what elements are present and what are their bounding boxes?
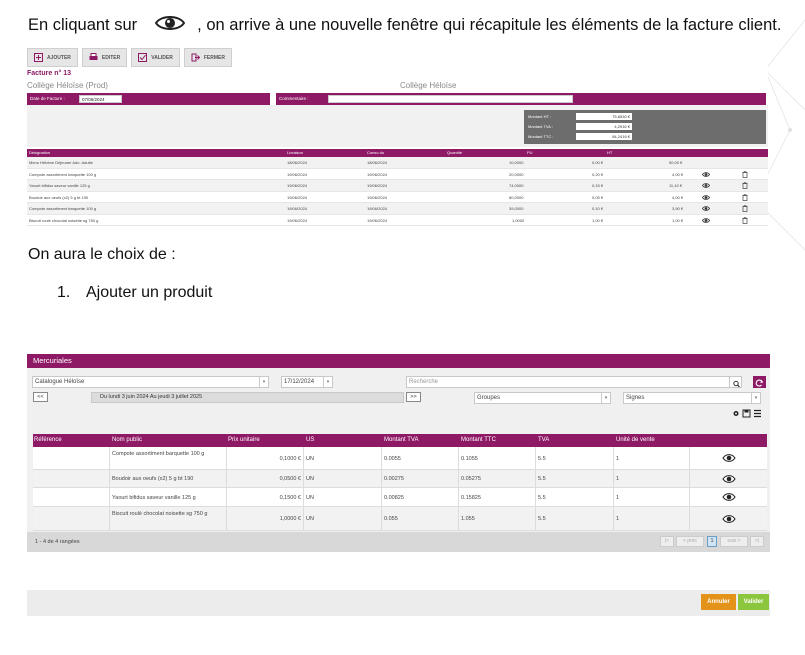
table-row: Yaourt bifidus saveur vanille 125 g 0,15… [33,488,767,507]
mercuriales-title: Mercuriales [27,354,770,368]
intro-text-after: , on arrive à une nouvelle fenêtre qui r… [197,16,782,34]
intro-paragraph: En cliquant sur , on arrive à une nouvell… [28,12,781,35]
invoice-rows: Menu Hébène Déjeuner Ado. Adulte 18/06/2… [27,157,768,226]
catalogue-select[interactable]: Catalogue Héloïse ▾ [32,376,269,388]
last-page-button[interactable]: >| [750,536,764,547]
table-row: Biscuit roulé chocolat noisette sg 750 g… [27,215,768,226]
chevron-down-icon: ▾ [323,377,332,387]
table-header: Désignation Livraison Conso du Quantité … [27,149,768,157]
eye-icon[interactable] [722,514,736,524]
invoice-toolbar: AJOUTER EDITER VALIDER FERMER [27,48,232,68]
search-icon [733,380,740,388]
total-ttc-label: Montant TTC : [528,134,554,139]
intro-text-before: En cliquant sur [28,16,138,34]
exit-icon [191,53,200,62]
invoice-lines-table: Désignation Livraison Conso du Quantité … [27,149,768,226]
chevron-down-icon: ▾ [259,377,268,387]
eye-icon[interactable] [722,453,736,463]
validate-button[interactable]: VALIDER [131,48,180,67]
choice-paragraph: On aura le choix de : [28,246,176,263]
check-icon [138,53,148,62]
table-row: Compote assortiment barquette 100 g 19/0… [27,203,768,215]
list-icon[interactable] [754,409,761,418]
gear-icon[interactable] [733,411,739,416]
table-row: Biscuit roulé chocolat noisette sg 750 g… [33,507,767,531]
refresh-icon [755,379,764,387]
products-table: Référence Nom public Prix unitaire US Mo… [33,434,767,531]
next-page-button[interactable]: suiv > [720,536,748,547]
eye-icon[interactable] [702,194,710,201]
invoice-title: Facture n° 13 [27,70,72,77]
eye-icon[interactable] [702,217,710,224]
table-row: Boudoir aux oeufs (x2) 5 g bt 190 19/06/… [27,192,768,203]
groups-select[interactable]: Groupes ▾ [474,392,611,404]
comment-label: Commentaire : [279,96,309,101]
grid-tools [733,409,761,418]
school-name: Collège Héloïse (Prod) [27,81,108,90]
total-ht-label: Montant HT : [528,114,552,119]
trash-icon[interactable] [741,170,749,178]
table-row: Boudoir aux oeufs (x2) 5 g bt 190 0,0500… [33,470,767,488]
invoice-date-bar: Date de Facture : 07/06/2024 [27,93,270,105]
eye-icon[interactable] [702,205,710,212]
total-tva-label: Montant TVA : [528,124,553,129]
add-icon [34,53,43,62]
previous-page-button[interactable]: < préc [676,536,704,547]
trash-icon[interactable] [741,193,749,201]
mercuriales-screenshot: Mercuriales Catalogue Héloïse ▾ 17/12/20… [27,354,770,616]
invoice-screenshot: AJOUTER EDITER VALIDER FERMER Facture n°… [27,48,768,230]
total-tva-value: 4,2916 € [576,123,632,130]
eye-icon[interactable] [722,474,736,484]
chevron-down-icon: ▾ [751,393,760,403]
refresh-button[interactable] [753,376,766,388]
close-button[interactable]: FERMER [183,48,232,67]
action-bar [27,590,770,616]
list-text: Ajouter un produit [86,284,213,301]
previous-period-button[interactable]: << [33,392,48,402]
search-input[interactable]: Recherche [406,376,730,388]
trash-icon[interactable] [741,182,749,189]
table-header: Référence Nom public Prix unitaire US Mo… [33,434,767,447]
eye-icon[interactable] [702,182,710,189]
eye-icon[interactable] [702,171,710,178]
add-button[interactable]: AJOUTER [27,48,78,67]
date-select[interactable]: 17/12/2024 ▾ [281,376,333,388]
table-row: Yaourt bifidus saveur vanille 125 g 19/0… [27,180,768,192]
table-footer: 1 - 4 de 4 rangées |< < préc 1 suiv > >| [27,532,770,552]
cancel-button[interactable]: Annuler [701,594,736,610]
trash-icon[interactable] [741,216,749,224]
comment-bar: Commentaire : [276,93,766,105]
first-page-button[interactable]: |< [660,536,674,547]
page-1-button[interactable]: 1 [707,536,717,547]
save-icon[interactable] [742,409,751,418]
list-number: 1. [57,284,71,301]
trash-icon[interactable] [741,205,749,212]
table-row: Compote assortiment barquette 100 g 19/0… [27,169,768,180]
date-label: Date de Facture : [30,96,65,101]
mercuriales-panel: Catalogue Héloïse ▾ 17/12/2024 ▾ Recherc… [27,368,770,552]
period-label: Du lundi 3 juin 2024 Au jeudi 3 juillet … [91,392,404,403]
next-period-button[interactable]: >> [406,392,421,402]
eye-icon [155,16,186,30]
comment-input[interactable] [328,95,573,103]
total-ttc-value: 84,2416 € [576,133,632,140]
chevron-down-icon: ▾ [601,393,610,403]
eye-icon[interactable] [722,492,736,502]
school-name-center: Collège Héloïse [400,81,457,90]
list-item: 1. Ajouter un produit [57,284,212,302]
invoice-date-input[interactable]: 07/06/2024 [79,95,122,103]
search-button[interactable] [729,376,742,388]
print-button[interactable]: EDITER [81,48,128,67]
signs-select[interactable]: Signes ▾ [623,392,761,404]
total-ht-value: 75,6530 € [576,113,632,120]
validate-button[interactable]: Valider [738,594,769,610]
table-row: Compote assortiment barquette 100 g 0,10… [33,447,767,470]
table-row: Menu Hébène Déjeuner Ado. Adulte 18/06/2… [27,157,768,169]
printer-icon [89,53,98,60]
row-count: 1 - 4 de 4 rangées [35,539,80,545]
totals-panel: Montant HT : 75,6530 € Montant TVA : 4,2… [524,110,766,144]
